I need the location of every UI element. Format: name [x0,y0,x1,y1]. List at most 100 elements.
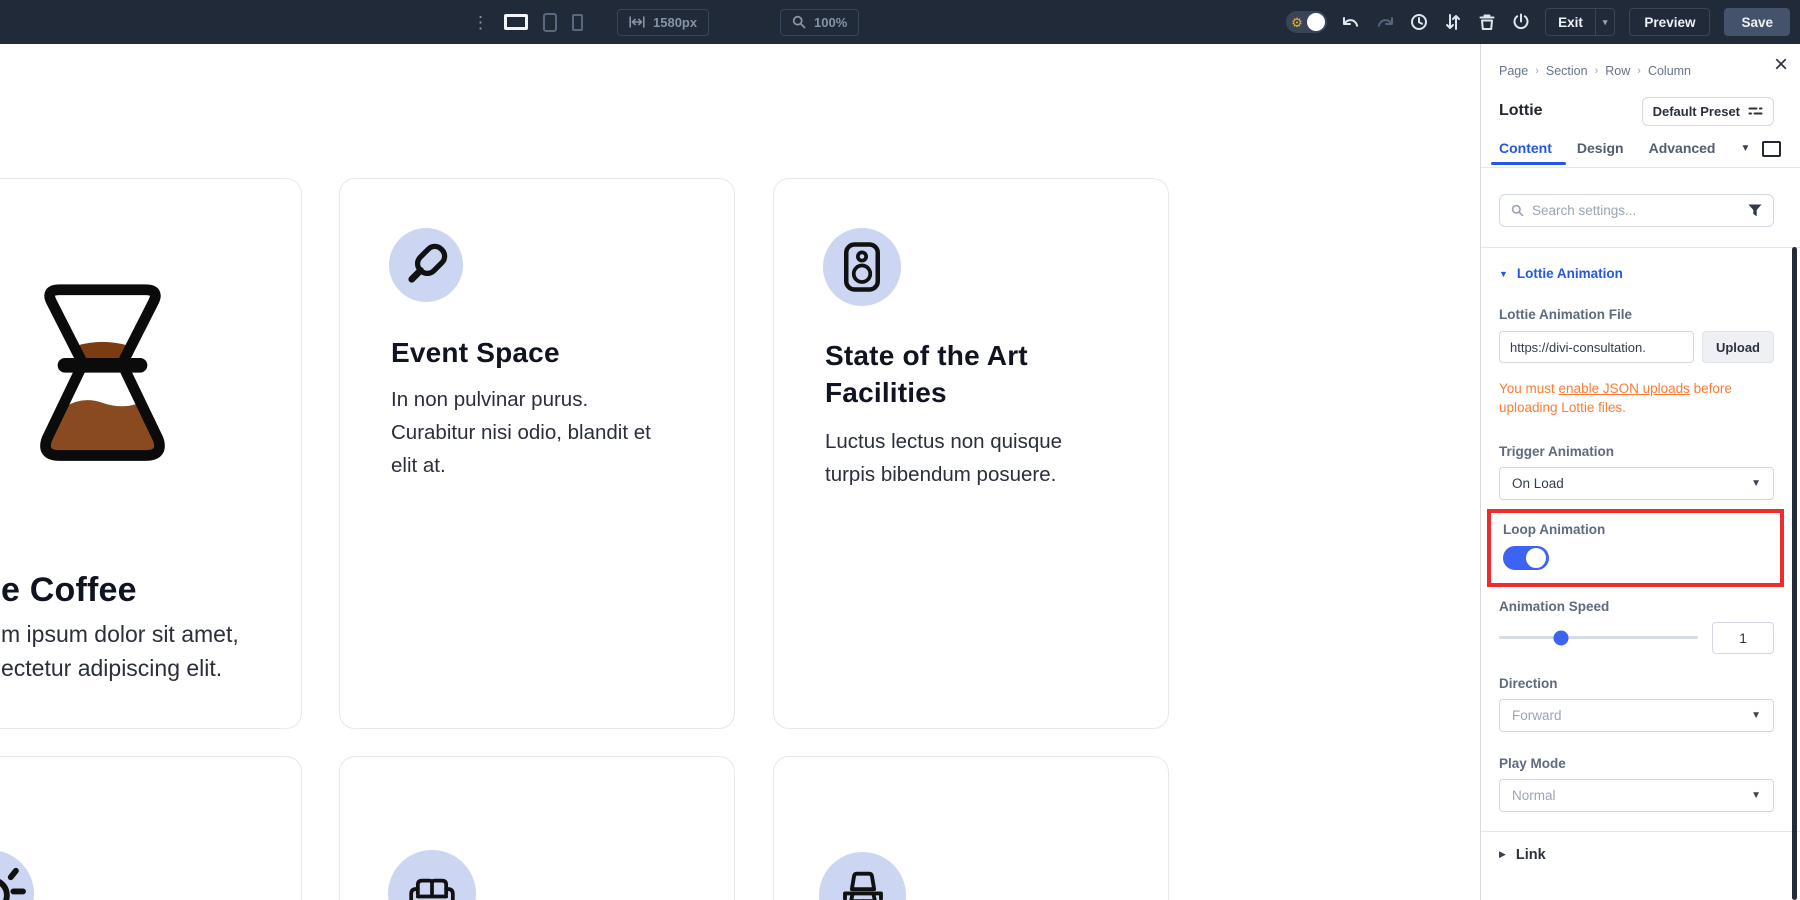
tablet-view-icon[interactable] [543,13,557,32]
history-icon[interactable] [1409,12,1429,32]
card-facilities[interactable]: State of the Art Facilities Luctus lectu… [773,178,1169,729]
exit-label: Exit [1546,15,1595,30]
speed-slider[interactable] [1499,636,1698,639]
exit-dropdown-icon[interactable]: ▾ [1595,9,1615,35]
gear-icon: ⚙ [1291,16,1303,29]
card-body: Luctus lectus non quisque turpis bibendu… [825,425,1075,491]
play-mode-label: Play Mode [1499,756,1774,771]
close-icon[interactable]: × [1774,53,1788,77]
card-bottom-middle[interactable] [339,756,735,900]
preset-label: Default Preset [1653,104,1740,119]
chemex-coffee-maker-icon[interactable] [24,279,181,474]
file-label: Lottie Animation File [1499,307,1774,322]
exit-button[interactable]: Exit ▾ [1545,8,1615,36]
json-upload-warning: You must enable JSON uploads before uplo… [1499,380,1757,418]
loop-animation-toggle[interactable] [1503,546,1549,570]
breadcrumb-separator-icon: › [1595,65,1599,77]
builder-settings-toggle[interactable]: ⚙ [1286,11,1327,33]
card-title: State of the Art Facilities [825,337,1055,411]
desktop-view-icon[interactable] [504,14,528,30]
card-bottom-left[interactable] [0,756,302,900]
enable-json-uploads-link[interactable]: enable JSON uploads [1559,381,1690,396]
direction-select[interactable]: Forward ▼ [1499,699,1774,732]
divider [1481,167,1800,168]
section-link[interactable]: ▶ Link [1499,832,1774,878]
breadcrumb-separator-icon: › [1535,65,1539,77]
module-settings-panel: Page › Section › Row › Column × Lottie Defa… [1480,44,1800,900]
speed-value-input[interactable] [1712,622,1774,654]
trash-icon[interactable] [1477,12,1497,32]
section-title: Lottie Animation [1517,266,1623,281]
device-switcher: ⋮ [472,0,583,44]
trigger-value: On Load [1512,476,1564,491]
toggle-knob [1307,13,1325,31]
expand-triangle-icon: ▶ [1499,849,1506,860]
builder-canvas: e Coffee m ipsum dolor sit amet, ectetur… [0,44,1480,900]
breadcrumb-section[interactable]: Section [1546,64,1588,78]
preset-sliders-icon [1748,105,1763,117]
card-body: m ipsum dolor sit amet, ectetur adipisci… [1,617,239,685]
sofa-icon[interactable] [388,850,476,900]
viewport-width-value: 1580px [653,15,697,30]
viewport-width-input[interactable]: 1580px [617,9,709,36]
collapse-triangle-icon: ▼ [1499,269,1508,279]
card-coffee[interactable]: e Coffee m ipsum dolor sit amet, ectetur… [0,178,302,729]
module-title: Lottie [1499,102,1543,120]
card-event-space[interactable]: Event Space In non pulvinar purus. Curab… [339,178,735,729]
office-chair-icon[interactable] [819,852,906,900]
loop-animation-highlight: Loop Animation [1487,509,1784,587]
expand-view-icon[interactable] [1762,141,1781,157]
card-body: In non pulvinar purus. Curabitur nisi od… [391,383,671,482]
direction-value: Forward [1512,708,1562,723]
play-mode-value: Normal [1512,788,1556,803]
card-title: Event Space [391,337,560,369]
save-button[interactable]: Save [1724,8,1790,36]
breadcrumb-separator-icon: › [1637,65,1641,77]
slider-knob[interactable] [1553,630,1568,645]
speed-label: Animation Speed [1499,599,1774,614]
section-title: Link [1516,847,1546,863]
more-options-icon[interactable]: ⋮ [472,14,489,31]
zoom-level-input[interactable]: 100% [780,9,859,36]
settings-search[interactable] [1499,194,1774,227]
card-bottom-right[interactable] [773,756,1169,900]
preview-button[interactable]: Preview [1629,8,1710,36]
portability-icon[interactable] [1511,12,1531,32]
filter-icon[interactable] [1748,204,1762,217]
lightbulb-icon[interactable] [0,850,34,900]
phone-view-icon[interactable] [572,14,583,31]
save-label: Save [1741,15,1773,30]
preview-label: Preview [1644,15,1695,30]
loop-label: Loop Animation [1503,522,1780,537]
settings-tabs: Content Design Advanced ▼ [1499,136,1774,167]
undo-icon[interactable] [1341,12,1361,32]
lottie-file-input[interactable] [1499,331,1694,363]
tab-content[interactable]: Content [1499,140,1552,164]
sort-layers-icon[interactable] [1443,12,1463,32]
card-title: e Coffee [1,571,137,610]
trigger-label: Trigger Animation [1499,444,1774,459]
redo-icon[interactable] [1375,12,1395,32]
panel-scrollbar[interactable] [1792,247,1797,900]
hand-mirror-icon[interactable] [389,228,463,302]
breadcrumb-page[interactable]: Page [1499,64,1528,78]
tab-advanced[interactable]: Advanced [1649,140,1716,164]
section-lottie-animation[interactable]: ▼ Lottie Animation [1499,266,1774,281]
direction-label: Direction [1499,676,1774,691]
upload-button[interactable]: Upload [1702,331,1774,363]
divider [1481,247,1800,248]
speaker-icon[interactable] [823,228,901,306]
trigger-select[interactable]: On Load ▼ [1499,467,1774,500]
search-input[interactable] [1532,203,1740,218]
zoom-level-value: 100% [814,15,847,30]
play-mode-select[interactable]: Normal ▼ [1499,779,1774,812]
tabs-dropdown-icon[interactable]: ▼ [1741,143,1751,154]
tab-design[interactable]: Design [1577,140,1624,164]
breadcrumb-row[interactable]: Row [1605,64,1630,78]
width-arrows-icon [629,16,645,28]
search-icon [1511,204,1524,217]
breadcrumb-column[interactable]: Column [1648,64,1691,78]
chevron-down-icon: ▼ [1751,710,1761,721]
default-preset-button[interactable]: Default Preset [1642,97,1774,126]
breadcrumb: Page › Section › Row › Column [1499,64,1774,78]
